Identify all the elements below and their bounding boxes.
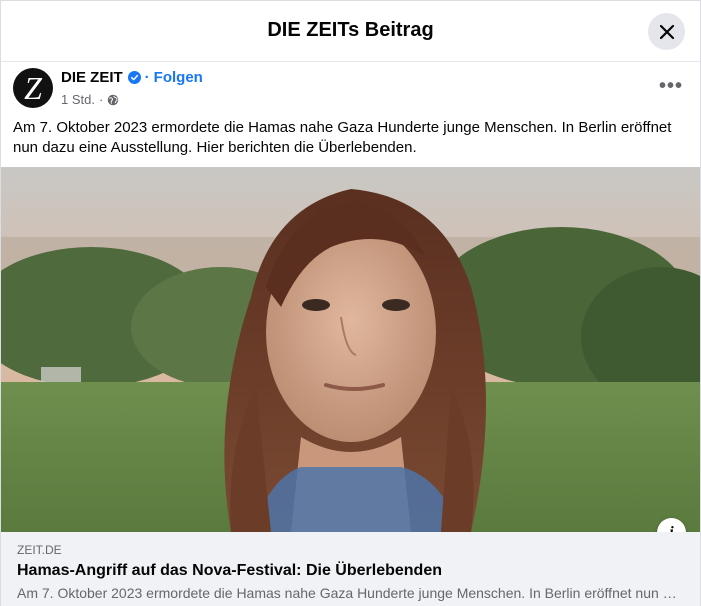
dialog-title: DIE ZEITs Beitrag <box>267 19 434 41</box>
avatar-letter: Z <box>24 70 42 106</box>
author-line: DIE ZEIT · Folgen <box>61 69 203 86</box>
more-options-button[interactable]: ••• <box>659 75 683 97</box>
dialog-header: DIE ZEITs Beitrag <box>1 1 700 62</box>
separator-dot: · <box>144 69 150 86</box>
avatar[interactable]: Z <box>13 68 53 108</box>
close-icon <box>659 24 674 39</box>
post-header: Z DIE ZEIT · Folgen 1 Std. · ••• <box>13 68 693 110</box>
meta-separator: · <box>98 92 104 107</box>
follow-button[interactable]: Folgen <box>154 69 203 86</box>
post-meta: 1 Std. · <box>61 92 119 107</box>
link-preview[interactable]: ZEIT.DE Hamas-Angriff auf das Nova-Festi… <box>1 532 700 606</box>
post-text: Am 7. Oktober 2023 ermordete die Hamas n… <box>13 119 672 156</box>
close-button[interactable] <box>648 13 685 50</box>
author-name[interactable]: DIE ZEIT <box>61 69 123 86</box>
link-domain: ZEIT.DE <box>17 543 62 557</box>
link-title[interactable]: Hamas-Angriff auf das Nova-Festival: Die… <box>17 562 442 580</box>
verified-badge-icon <box>127 71 141 84</box>
post-image[interactable] <box>1 167 700 532</box>
portrait-photo <box>1 167 700 532</box>
post-time[interactable]: 1 Std. <box>61 92 95 107</box>
globe-icon[interactable] <box>107 94 119 106</box>
post-dialog: DIE ZEITs Beitrag Z DIE ZEIT · Folgen 1 … <box>0 0 701 606</box>
link-description: Am 7. Oktober 2023 ermordete die Hamas n… <box>17 585 677 601</box>
